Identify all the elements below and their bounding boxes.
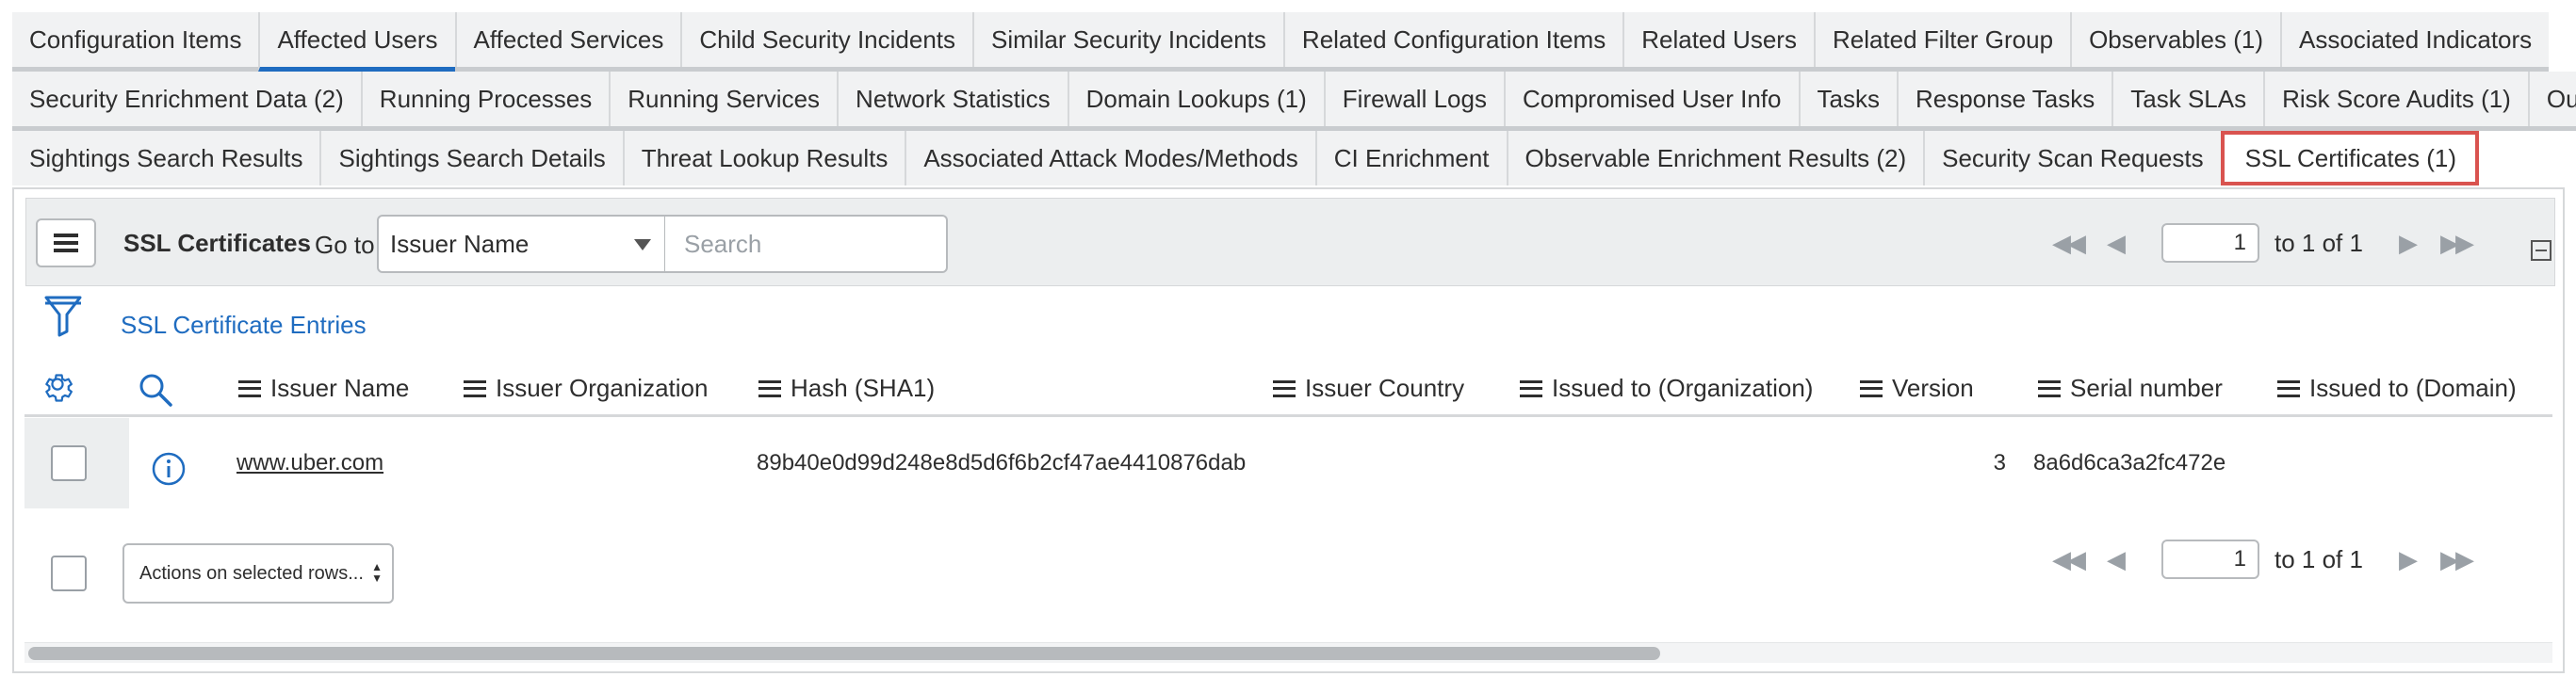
search-icon[interactable] <box>138 372 173 408</box>
last-page-icon[interactable]: ▶▶ <box>2440 229 2474 258</box>
tab-associated-indicators[interactable]: Associated Indicators <box>2280 12 2550 67</box>
next-page-icon[interactable]: ▶ <box>2399 229 2418 258</box>
column-header-issuer-country[interactable]: Issuer Country <box>1273 374 1464 403</box>
column-label: Issued to (Domain) <box>2309 374 2517 402</box>
column-label: Hash (SHA1) <box>791 374 936 402</box>
tab-risk-score-audits[interactable]: Risk Score Audits (1) <box>2263 72 2528 126</box>
tab-related-configuration-items[interactable]: Related Configuration Items <box>1282 12 1623 67</box>
column-header-issuer-organization[interactable]: Issuer Organization <box>464 374 708 403</box>
hamburger-icon <box>54 234 78 252</box>
list-title: SSL Certificates <box>123 229 311 257</box>
column-label: Issuer Name <box>270 374 410 402</box>
info-icon[interactable] <box>151 451 187 487</box>
breadcrumb[interactable]: SSL Certificate Entries <box>121 311 367 340</box>
caret-down-icon <box>634 239 651 250</box>
tab-associated-attack-modes[interactable]: Associated Attack Modes/Methods <box>905 131 1315 185</box>
last-page-icon[interactable]: ▶▶ <box>2440 545 2474 574</box>
previous-page-icon[interactable]: ◀ <box>2107 229 2126 258</box>
tab-configuration-items[interactable]: Configuration Items <box>12 12 259 67</box>
tab-child-security-incidents[interactable]: Child Security Incidents <box>680 12 973 67</box>
page-range-text: to 1 of 1 <box>2274 544 2363 573</box>
column-menu-icon[interactable] <box>2277 379 2300 397</box>
column-label: Issued to (Organization) <box>1552 374 1814 402</box>
first-page-icon[interactable]: ◀◀ <box>2052 545 2086 574</box>
column-label: Version <box>1892 374 1974 402</box>
tab-running-services[interactable]: Running Services <box>609 72 838 126</box>
tab-observables[interactable]: Observables (1) <box>2070 12 2281 67</box>
column-menu-icon[interactable] <box>2038 379 2061 397</box>
tab-sightings-search-details[interactable]: Sightings Search Details <box>319 131 623 185</box>
column-label: Issuer Organization <box>496 374 709 402</box>
column-menu-icon[interactable] <box>238 379 261 397</box>
column-header-version[interactable]: Version <box>1860 374 1974 403</box>
column-header-issued-to-domain[interactable]: Issued to (Domain) <box>2277 374 2517 403</box>
tab-domain-lookups[interactable]: Domain Lookups (1) <box>1067 72 1324 126</box>
collapse-list-icon[interactable] <box>2531 240 2552 261</box>
pager-bottom: ◀◀ ◀ to 1 of 1 ▶ ▶▶ <box>2052 538 2474 581</box>
tab-affected-users[interactable]: Affected Users <box>258 12 455 72</box>
tab-threat-lookup-results[interactable]: Threat Lookup Results <box>622 131 905 185</box>
goto-label: Go to <box>315 231 375 259</box>
column-menu-icon[interactable] <box>758 379 781 397</box>
column-menu-icon[interactable] <box>1273 379 1296 397</box>
actions-label: Actions on selected rows... <box>139 563 364 584</box>
tab-row-2: Security Enrichment Data (2) Running Pro… <box>12 72 2576 131</box>
actions-on-selected-rows-select[interactable]: Actions on selected rows... ▲ ▼ <box>122 543 394 604</box>
updown-caret-icon: ▲ ▼ <box>371 560 383 585</box>
tab-related-filter-group[interactable]: Related Filter Group <box>1813 12 2071 67</box>
goto-field-value: Issuer Name <box>390 230 530 258</box>
list-menu-button[interactable] <box>36 218 96 267</box>
column-label: Serial number <box>2070 374 2223 402</box>
tab-compromised-user-info[interactable]: Compromised User Info <box>1503 72 1799 126</box>
column-header-serial-number[interactable]: Serial number <box>2038 374 2223 403</box>
column-menu-icon[interactable] <box>1860 379 1883 397</box>
tab-affected-services[interactable]: Affected Services <box>454 12 681 67</box>
column-menu-icon[interactable] <box>1520 379 1542 397</box>
list-toolbar: SSL Certificates Go to Issuer Name ◀◀ ◀ … <box>25 198 2555 286</box>
tab-observable-enrichment-results[interactable]: Observable Enrichment Results (2) <box>1506 131 1924 185</box>
tab-row-1: Configuration Items Affected Users Affec… <box>12 12 2550 72</box>
column-header-issued-to-organization[interactable]: Issued to (Organization) <box>1520 374 1813 403</box>
tab-ci-enrichment[interactable]: CI Enrichment <box>1314 131 1507 185</box>
page-number-input[interactable] <box>2161 223 2259 263</box>
page-number-input[interactable] <box>2161 540 2259 579</box>
row-checkbox[interactable] <box>51 445 87 481</box>
horizontal-scrollbar[interactable] <box>24 642 2552 663</box>
cell-serial-number: 8a6d6ca3a2fc472e <box>2033 450 2226 475</box>
tab-row-3: Sightings Search Results Sightings Searc… <box>12 131 2480 190</box>
related-list-panel: SSL Certificates Go to Issuer Name ◀◀ ◀ … <box>12 187 2565 673</box>
goto-field-select[interactable]: Issuer Name <box>377 215 666 273</box>
tab-running-processes[interactable]: Running Processes <box>360 72 610 126</box>
scrollbar-thumb[interactable] <box>28 647 1660 660</box>
column-header-issuer-name[interactable]: Issuer Name <box>238 374 409 403</box>
tab-sightings-search-results[interactable]: Sightings Search Results <box>12 131 320 185</box>
tab-task-slas[interactable]: Task SLAs <box>2111 72 2264 126</box>
tab-tasks[interactable]: Tasks <box>1798 72 1897 126</box>
gear-icon[interactable] <box>40 370 75 406</box>
tab-network-statistics[interactable]: Network Statistics <box>837 72 1068 126</box>
tab-response-tasks[interactable]: Response Tasks <box>1896 72 2112 126</box>
cell-issuer-name[interactable]: www.uber.com <box>236 450 383 476</box>
tab-ssl-certificates[interactable]: SSL Certificates (1) <box>2220 131 2480 185</box>
filter-funnel-icon[interactable] <box>43 294 83 339</box>
previous-page-icon[interactable]: ◀ <box>2107 545 2126 574</box>
column-header-hash-sha1[interactable]: Hash (SHA1) <box>758 374 935 403</box>
cell-hash-sha1: 89b40e0d99d248e8d5d6f6b2cf47ae4410876dab <box>757 450 1247 475</box>
tab-related-users[interactable]: Related Users <box>1622 12 1814 67</box>
search-input[interactable] <box>665 215 948 273</box>
select-all-checkbox[interactable] <box>51 556 87 591</box>
pager-top: ◀◀ ◀ to 1 of 1 ▶ ▶▶ <box>2052 221 2474 265</box>
page-range-text: to 1 of 1 <box>2274 228 2363 257</box>
cell-version: 3 <box>1993 450 2006 475</box>
tab-security-enrichment-data[interactable]: Security Enrichment Data (2) <box>12 72 361 126</box>
tab-similar-security-incidents[interactable]: Similar Security Incidents <box>972 12 1283 67</box>
column-label: Issuer Country <box>1305 374 1465 402</box>
tab-outages[interactable]: Outages <box>2527 72 2576 126</box>
tab-security-scan-requests[interactable]: Security Scan Requests <box>1923 131 2221 185</box>
first-page-icon[interactable]: ◀◀ <box>2052 229 2086 258</box>
tab-firewall-logs[interactable]: Firewall Logs <box>1323 72 1504 126</box>
column-menu-icon[interactable] <box>464 379 486 397</box>
header-divider <box>24 414 2552 417</box>
next-page-icon[interactable]: ▶ <box>2399 545 2418 574</box>
